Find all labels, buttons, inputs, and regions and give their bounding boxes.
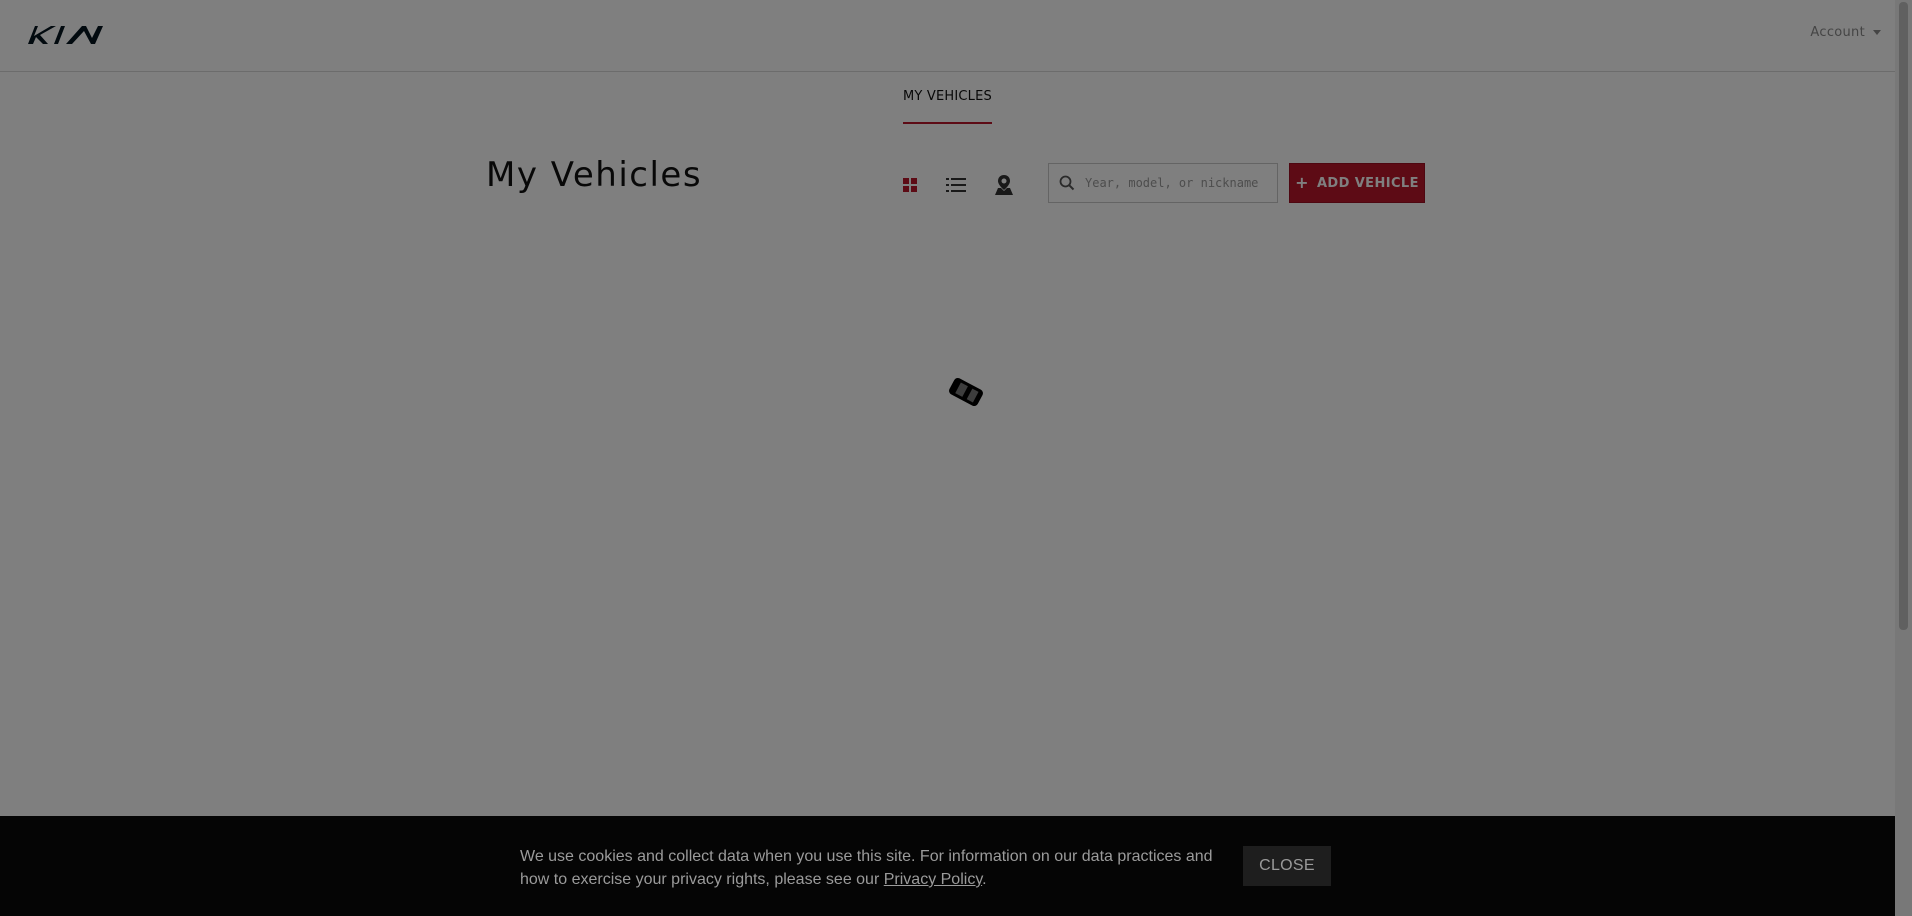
loader-dot xyxy=(921,393,931,403)
cookie-close-button[interactable]: CLOSE xyxy=(1243,846,1331,886)
car-loading-spinner-icon xyxy=(882,377,987,532)
loader-dot xyxy=(894,494,903,502)
loader-dot xyxy=(891,422,900,432)
page-title: My Vehicles xyxy=(486,155,703,195)
add-vehicle-button[interactable]: + ADD VEHICLE xyxy=(1289,163,1425,203)
loader-dot xyxy=(901,502,909,511)
list-view-button[interactable] xyxy=(941,170,971,200)
tab-my-vehicles[interactable]: MY VEHICLES xyxy=(903,89,992,124)
search-input[interactable] xyxy=(1085,176,1269,190)
page: Account MY VEHICLES My Vehicles Year, mo… xyxy=(0,0,1895,916)
search-icon xyxy=(1049,175,1085,191)
loader-dot xyxy=(931,389,941,400)
add-vehicle-label: ADD VEHICLE xyxy=(1316,175,1419,191)
grid-view-icon xyxy=(903,178,917,192)
account-menu[interactable]: Account xyxy=(1810,25,1881,40)
loader-dot xyxy=(909,510,917,518)
site-header: Account xyxy=(0,0,1895,72)
loader-dot xyxy=(883,464,892,473)
loader-dot xyxy=(889,484,898,493)
cookie-text-end: . xyxy=(982,871,987,888)
kia-logo-icon[interactable] xyxy=(26,24,106,46)
cookie-message: We use cookies and collect data when you… xyxy=(520,845,1220,891)
loader-dot xyxy=(882,453,892,462)
loader-dot xyxy=(886,432,896,441)
loader-dot xyxy=(884,442,893,452)
loader-dot xyxy=(949,524,956,532)
loader-dot xyxy=(980,518,987,525)
map-view-button[interactable] xyxy=(989,170,1019,200)
loader-dot xyxy=(938,523,946,531)
map-pin-icon xyxy=(995,175,1013,195)
cookie-text: We use cookies and collect data when you… xyxy=(520,848,1213,888)
plus-icon: + xyxy=(1295,173,1309,192)
privacy-policy-link[interactable]: Privacy Policy xyxy=(884,871,982,888)
loader-dot xyxy=(960,524,967,531)
loader-dot xyxy=(897,413,906,423)
vehicle-search xyxy=(1048,163,1278,203)
scrollbar-thumb[interactable] xyxy=(1899,2,1908,630)
loader-dot xyxy=(912,399,922,409)
loader-dot xyxy=(970,522,977,529)
list-view-icon xyxy=(946,178,966,192)
loader-dot xyxy=(904,405,914,415)
grid-view-button[interactable] xyxy=(895,170,925,200)
sub-navigation: MY VEHICLES xyxy=(0,72,1895,124)
loader-dot xyxy=(918,516,926,523)
loader-dot xyxy=(885,474,894,483)
cookie-banner: We use cookies and collect data when you… xyxy=(0,816,1895,916)
loader-dot xyxy=(928,520,936,528)
caret-down-icon xyxy=(1873,30,1881,35)
account-label: Account xyxy=(1810,25,1865,40)
